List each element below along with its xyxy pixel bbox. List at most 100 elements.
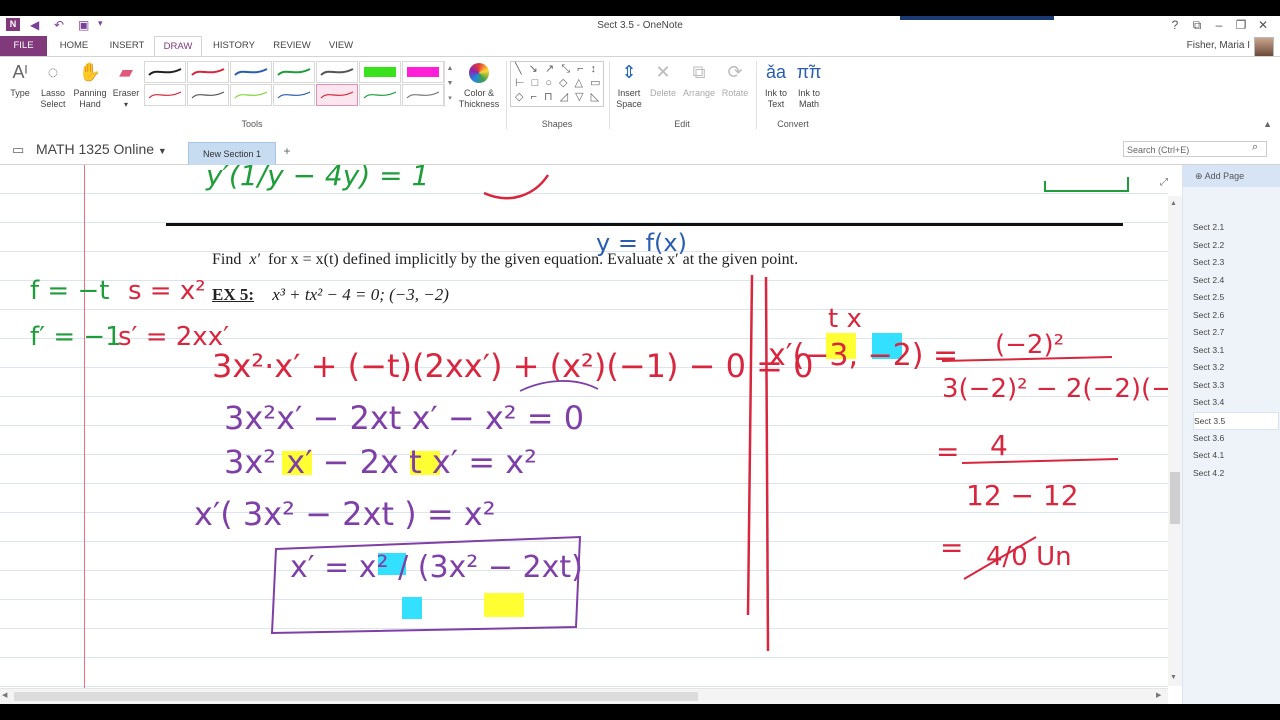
horizontal-scrollbar[interactable]: ◀ ▶ bbox=[0, 688, 1168, 704]
hand-icon: ✋ bbox=[78, 62, 102, 82]
pen-stroke bbox=[148, 68, 182, 76]
group-separator bbox=[756, 61, 757, 129]
pen-swatch-selected[interactable] bbox=[316, 84, 358, 106]
notebook-selector[interactable]: MATH 1325 Online ▼ bbox=[36, 141, 167, 157]
page-item[interactable]: Sect 3.2 bbox=[1193, 359, 1277, 375]
scroll-right-icon[interactable]: ▶ bbox=[1156, 691, 1161, 699]
ribbon-display-button[interactable]: ⧉ bbox=[1186, 18, 1208, 33]
delete-icon: ✕ bbox=[655, 62, 671, 82]
pen-swatch[interactable] bbox=[273, 61, 315, 83]
minimize-button[interactable]: – bbox=[1208, 18, 1230, 32]
page-item[interactable]: Sect 3.1 bbox=[1193, 342, 1277, 358]
pen-swatch[interactable] bbox=[187, 84, 229, 106]
tab-view[interactable]: VIEW bbox=[322, 36, 360, 56]
ribbon-draw: Aᴵ Type ◌ Lasso Select ✋ Panning Hand ▰ Eras… bbox=[0, 56, 1280, 134]
page-item[interactable]: Sect 2.4 bbox=[1193, 272, 1277, 288]
pen-swatch[interactable] bbox=[359, 84, 401, 106]
tab-draw[interactable]: DRAW bbox=[154, 36, 202, 56]
page-item[interactable]: Sect 2.5 bbox=[1193, 289, 1277, 305]
pen-gallery-scroll[interactable]: ▲ ▼ ▾ bbox=[444, 61, 455, 107]
page-item[interactable]: Sect 3.4 bbox=[1193, 394, 1277, 410]
title-highlight bbox=[900, 16, 1054, 20]
shapes-gallery[interactable]: ╲ ↘ ↗ ⤡ ⌐ ↕ ⊢ □ ○ ◇ △ ▭ ◇ ⌐ ⊓ ◿ ▽ ◺ bbox=[510, 61, 604, 107]
delete-button[interactable]: ✕ Delete bbox=[646, 59, 680, 99]
scroll-down-icon[interactable]: ▼ bbox=[1170, 674, 1177, 681]
pen-swatch[interactable] bbox=[273, 84, 315, 106]
tab-history[interactable]: HISTORY bbox=[206, 36, 262, 56]
rotate-button[interactable]: ⟳ Rotate bbox=[718, 59, 752, 99]
avatar[interactable] bbox=[1254, 37, 1274, 57]
section-tab[interactable]: New Section 1 bbox=[188, 142, 276, 165]
scroll-up-icon[interactable]: ▲ bbox=[1170, 200, 1177, 207]
search-icon[interactable]: ⌕ bbox=[1252, 141, 1258, 154]
lasso-icon: ◌ bbox=[47, 62, 59, 82]
close-button[interactable]: ✕ bbox=[1252, 18, 1274, 32]
type-button[interactable]: Aᴵ Type bbox=[4, 59, 36, 99]
highlight bbox=[402, 597, 422, 619]
page-item[interactable]: Sect 3.3 bbox=[1193, 377, 1277, 393]
pen-swatch[interactable] bbox=[230, 84, 272, 106]
ink-step2-num: 4 bbox=[990, 429, 1008, 462]
pen-swatch[interactable] bbox=[402, 84, 444, 106]
ink-to-text-button[interactable]: ǎa Ink to Text bbox=[760, 59, 792, 110]
ink-eval-den: 3(−2)² − 2(−2)(−3) bbox=[942, 374, 1168, 404]
add-section-button[interactable]: + bbox=[278, 144, 296, 162]
highlighter-swatch[interactable] bbox=[402, 61, 444, 83]
pen-swatch[interactable] bbox=[144, 61, 186, 83]
tab-insert[interactable]: INSERT bbox=[104, 36, 150, 56]
notebook-icon: ▭ bbox=[12, 142, 25, 157]
color-thickness-button[interactable]: Color & Thickness bbox=[456, 59, 502, 110]
pen-stroke bbox=[363, 91, 397, 99]
add-page-button[interactable]: ⊕ Add Page bbox=[1183, 165, 1280, 187]
pen-swatch[interactable] bbox=[187, 61, 229, 83]
collapse-ribbon-icon[interactable]: ▲ bbox=[1263, 119, 1272, 129]
panning-hand-button[interactable]: ✋ Panning Hand bbox=[70, 59, 110, 110]
lasso-select-button[interactable]: ◌ Lasso Select bbox=[38, 59, 68, 110]
shapes-group-label: Shapes bbox=[541, 119, 573, 129]
tab-review[interactable]: REVIEW bbox=[268, 36, 316, 56]
insert-space-button[interactable]: ⇕ Insert Space bbox=[612, 59, 646, 110]
ink-step2-eq: = bbox=[936, 435, 959, 468]
restore-button[interactable]: ❐ bbox=[1230, 18, 1252, 32]
scroll-thumb[interactable] bbox=[14, 692, 698, 701]
ink-s-x2: s = x² bbox=[128, 276, 206, 306]
ink-f-t: f = −t bbox=[30, 276, 109, 306]
arrange-button[interactable]: ⧉ Arrange bbox=[680, 59, 718, 99]
eraser-dropdown-icon[interactable]: ▾ bbox=[110, 99, 142, 110]
notebook-bar: ▭ MATH 1325 Online ▼ New Section 1 + Sea… bbox=[0, 133, 1280, 165]
search-input[interactable]: Search (Ctrl+E) bbox=[1123, 141, 1267, 157]
page-item[interactable]: Sect 2.6 bbox=[1193, 307, 1277, 323]
ink-eval: x′(−3, −2) = bbox=[768, 338, 958, 373]
scroll-thumb[interactable] bbox=[1170, 472, 1180, 524]
pen-swatch[interactable] bbox=[230, 61, 272, 83]
vertical-scrollbar[interactable]: ▲ ▼ bbox=[1168, 196, 1182, 686]
note-canvas[interactable]: ⤢ y′(1/y − 4y) = 1 y = f(x) f = −t s = x… bbox=[0, 165, 1168, 689]
page-item[interactable]: Sect 4.2 bbox=[1193, 465, 1277, 481]
pen-stroke bbox=[277, 91, 311, 99]
ink-top-partial: y′(1/y − 4y) = 1 bbox=[205, 165, 429, 192]
page-item[interactable]: Sect 2.3 bbox=[1193, 254, 1277, 270]
page-item[interactable]: Sect 3.6 bbox=[1193, 430, 1277, 446]
page-item[interactable]: Sect 4.1 bbox=[1193, 447, 1277, 463]
help-button[interactable]: ? bbox=[1164, 18, 1186, 32]
pen-swatch[interactable] bbox=[316, 61, 358, 83]
chevron-down-icon: ▼ bbox=[157, 146, 167, 156]
pen-stroke bbox=[148, 91, 182, 99]
scroll-left-icon[interactable]: ◀ bbox=[2, 691, 7, 699]
problem-statement: Find x′ for x = x(t) defined implicitly … bbox=[212, 251, 799, 268]
ribbon-tabs: FILE HOME INSERT DRAW HISTORY REVIEW VIE… bbox=[0, 36, 1280, 57]
tab-home[interactable]: HOME bbox=[52, 36, 96, 56]
page-item-selected[interactable]: Sect 3.5 bbox=[1193, 412, 1279, 430]
pen-swatch[interactable] bbox=[144, 84, 186, 106]
page-item[interactable]: Sect 2.7 bbox=[1193, 324, 1277, 340]
eraser-button[interactable]: ▰ Eraser ▾ bbox=[110, 59, 142, 110]
page-item[interactable]: Sect 2.1 bbox=[1193, 219, 1277, 235]
ink-fprime: f′ = −1 bbox=[30, 322, 122, 352]
ink-to-math-button[interactable]: π̃π Ink to Math bbox=[792, 59, 826, 110]
highlighter-swatch[interactable] bbox=[359, 61, 401, 83]
color-wheel-icon bbox=[456, 59, 502, 85]
ink-eval-num: (−2)² bbox=[995, 330, 1064, 360]
page-item[interactable]: Sect 2.2 bbox=[1193, 237, 1277, 253]
tab-file[interactable]: FILE bbox=[0, 36, 47, 56]
user-name[interactable]: Fisher, Maria I bbox=[1187, 40, 1250, 51]
